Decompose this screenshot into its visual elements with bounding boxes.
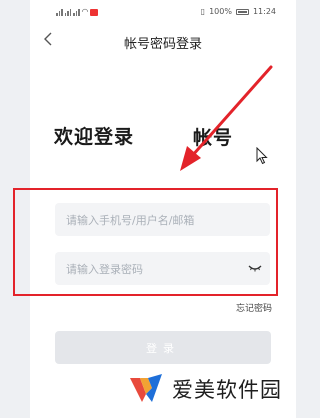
watermark-logo-icon bbox=[130, 374, 162, 402]
login-button[interactable]: 登录 bbox=[55, 331, 271, 364]
signal-bars-icon bbox=[56, 8, 63, 16]
signal-bars-icon-3 bbox=[73, 8, 80, 16]
clock-time: 11:24 bbox=[252, 7, 276, 16]
account-heading: 帐号 bbox=[193, 127, 234, 149]
welcome-heading: 欢迎登录 bbox=[54, 126, 135, 148]
status-right: ▯ 100% 11:24 bbox=[201, 7, 276, 16]
page-title: 帐号密码登录 bbox=[123, 37, 202, 52]
notification-badge-icon bbox=[90, 9, 99, 16]
battery-percent: 100% bbox=[209, 7, 232, 16]
wifi-icon: ◠ bbox=[81, 7, 89, 16]
highlight-box bbox=[13, 188, 278, 296]
signal-bars-icon-2 bbox=[64, 8, 71, 16]
signal-icons: ◠ bbox=[56, 6, 99, 16]
forgot-password-link[interactable]: 忘记密码 bbox=[236, 301, 272, 314]
nav-bar: 帐号密码登录 bbox=[30, 26, 296, 54]
status-bar: ◠ ▯ 100% 11:24 bbox=[30, 0, 296, 24]
watermark: 爱美软件园 bbox=[128, 372, 282, 406]
battery-icon bbox=[235, 8, 249, 15]
mouse-cursor-icon bbox=[256, 147, 268, 165]
vibrate-icon: ▯ bbox=[200, 7, 206, 16]
watermark-text: 爱美软件园 bbox=[172, 378, 282, 402]
